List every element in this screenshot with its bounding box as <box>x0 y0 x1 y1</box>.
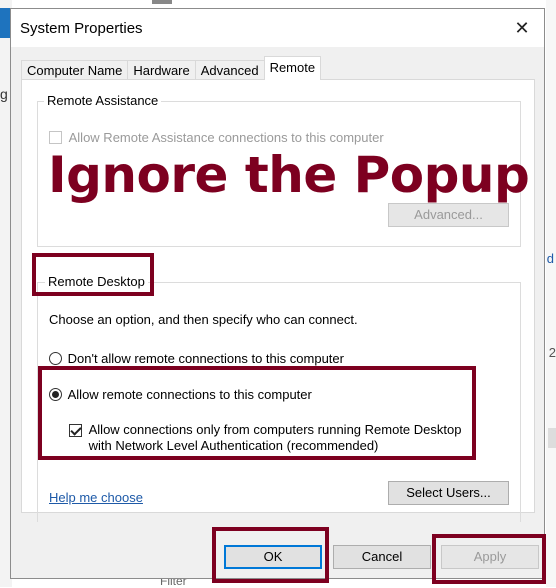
tab-advanced[interactable]: Advanced <box>194 60 265 80</box>
dont-allow-radio[interactable] <box>49 352 62 366</box>
dont-allow-label: Don't allow remote connections to this c… <box>67 351 344 367</box>
tab-computer-name[interactable]: Computer Name <box>21 60 129 80</box>
highlight-allow-options <box>38 366 476 460</box>
help-me-choose-link[interactable]: Help me choose <box>49 490 143 505</box>
option-dont-allow[interactable]: Don't allow remote connections to this c… <box>49 350 344 366</box>
close-icon[interactable]: ✕ <box>500 9 544 47</box>
remote-assistance-checkbox[interactable] <box>49 131 62 145</box>
select-users-button[interactable]: Select Users... <box>388 481 509 505</box>
highlight-ok-button <box>212 527 329 583</box>
ignore-popup-annotation: Ignore the Popup <box>48 146 530 204</box>
background-app-text-fragment: g <box>0 86 8 102</box>
highlight-remote-desktop-label <box>32 253 154 296</box>
remote-assistance-checkbox-label: Allow Remote Assistance connections to t… <box>68 130 384 146</box>
tab-remote[interactable]: Remote <box>263 56 322 80</box>
remote-assistance-option: Allow Remote Assistance connections to t… <box>49 129 384 145</box>
window-title: System Properties <box>20 20 143 37</box>
highlight-apply-button <box>432 534 546 584</box>
remote-desktop-instructions: Choose an option, and then specify who c… <box>49 312 358 327</box>
title-bar[interactable]: System Properties ✕ <box>11 9 544 47</box>
background-app-number-fragment: 2 <box>548 345 556 360</box>
tab-strip: Computer Name Hardware Advanced Remote <box>21 56 322 80</box>
background-app-strip <box>152 0 172 4</box>
background-app-link-fragment[interactable]: d <box>547 251 554 266</box>
background-app-scrollbar[interactable] <box>548 428 556 448</box>
advanced-button[interactable]: Advanced... <box>388 203 509 227</box>
cancel-button[interactable]: Cancel <box>333 545 431 569</box>
remote-assistance-label: Remote Assistance <box>44 93 162 108</box>
tab-hardware[interactable]: Hardware <box>127 60 196 80</box>
background-app-right-edge <box>546 0 556 587</box>
